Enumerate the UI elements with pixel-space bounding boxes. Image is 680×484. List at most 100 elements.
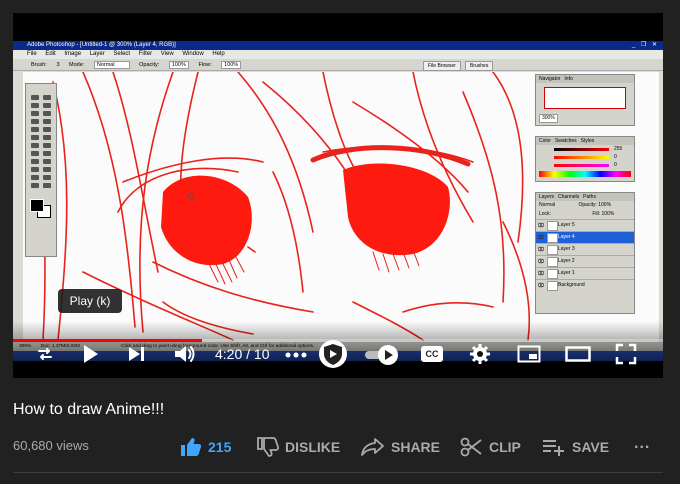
- ps-layer-row: Background: [536, 279, 634, 291]
- ps-opacity-label: Opacity:: [139, 62, 160, 68]
- ps-navigator-panel: Navigator Info 300%: [535, 74, 635, 126]
- ps-layer-thumbnail: [547, 233, 558, 243]
- ps-menu-item: Layer: [89, 51, 105, 57]
- ps-menu-item: Window: [182, 51, 204, 57]
- ps-layer-row: Layer 1: [536, 267, 634, 279]
- share-icon: [361, 438, 384, 456]
- ps-layer-name: Layer 5: [558, 222, 575, 228]
- ps-layer-name: Layer 3: [558, 246, 575, 252]
- progress-played: [13, 339, 202, 342]
- captions-label: CC: [425, 349, 439, 359]
- ps-options-bar: Brush: 3 Mode: Normal Opacity: 100% Flow…: [13, 59, 663, 71]
- video-title: How to draw Anime!!!: [13, 401, 165, 418]
- video-frame-photoshop: Adobe Photoshop - [Untitled-1 @ 300% (La…: [13, 41, 663, 361]
- time-display: 4:20 / 10: [215, 346, 270, 362]
- ps-mode-label: Mode:: [69, 62, 85, 68]
- theater-icon[interactable]: [565, 345, 591, 363]
- ps-navigator-thumbnail: [544, 87, 626, 109]
- eye-icon: [537, 270, 545, 276]
- ps-menu-item: Image: [64, 51, 82, 57]
- dislike-label: DISLIKE: [285, 439, 341, 455]
- ps-menu-item: File: [27, 51, 37, 57]
- like-button[interactable]: 215: [180, 438, 231, 456]
- thumbs-down-icon: [257, 437, 279, 457]
- ps-layers-lock-label: Lock:: [539, 211, 551, 217]
- ps-paths-tab: Paths: [583, 194, 596, 200]
- playlist-add-icon: [543, 440, 564, 456]
- ps-flow-label: Flow:: [198, 62, 212, 68]
- ps-navigator-zoom: 300%: [539, 114, 558, 123]
- ps-layer-thumbnail: [547, 257, 558, 267]
- next-icon[interactable]: [127, 344, 147, 364]
- ps-window-buttons: _ ❐ ✕: [631, 42, 659, 48]
- ps-info-tab: Info: [564, 76, 573, 82]
- ps-opacity-value: 100%: [168, 61, 189, 69]
- volume-icon[interactable]: [173, 343, 197, 365]
- scissors-icon: [460, 437, 482, 457]
- eye-icon: [537, 258, 545, 264]
- settings-icon[interactable]: [469, 343, 491, 365]
- ps-layers-opacity-label: Opacity:: [578, 202, 597, 208]
- ps-flow-value: 100%: [221, 61, 242, 69]
- ps-file-browser-tab: File Browser: [423, 61, 461, 71]
- ps-color-panel: Color Swatches Styles 255 0 0: [535, 136, 635, 182]
- ps-layer-thumbnail: [547, 281, 558, 291]
- ps-mode-value: Normal: [93, 61, 130, 69]
- ps-layer-row: Layer 2: [536, 255, 634, 267]
- ps-layer-name: Background: [558, 282, 585, 288]
- divider: [13, 472, 663, 473]
- clip-button[interactable]: CLIP: [460, 437, 521, 457]
- captions-icon[interactable]: CC: [421, 346, 443, 362]
- ps-layer-thumbnail: [547, 269, 558, 279]
- ps-layers-panel: Layers Channels Paths Normal Opacity: 100%…: [535, 192, 635, 314]
- more-actions-icon[interactable]: ...: [634, 435, 650, 453]
- save-button[interactable]: SAVE: [542, 438, 609, 456]
- ps-menu-bar: File Edit Image Layer Select Filter View…: [13, 50, 663, 59]
- ps-layers-fill-value: 100%: [601, 211, 615, 217]
- ps-layer-row: Layer 4: [536, 231, 634, 243]
- video-player[interactable]: Adobe Photoshop - [Untitled-1 @ 300% (La…: [13, 13, 663, 378]
- ps-menu-item: Help: [212, 51, 225, 57]
- play-icon[interactable]: [79, 343, 101, 365]
- ps-brushes-tab: Brushes: [465, 61, 494, 71]
- fullscreen-icon[interactable]: [615, 343, 637, 365]
- loop-icon[interactable]: [35, 344, 55, 364]
- share-button[interactable]: SHARE: [361, 438, 440, 456]
- ps-styles-tab: Styles: [580, 138, 595, 144]
- ps-layers-blend-mode: Normal: [539, 202, 556, 208]
- ps-menu-item: Edit: [45, 51, 56, 57]
- ps-color-b: 0: [614, 162, 617, 168]
- ps-tool-grid: [29, 94, 53, 190]
- sponsor-shield-icon[interactable]: [318, 339, 348, 369]
- ps-layers-opacity-value: 100%: [598, 202, 612, 208]
- autoplay-toggle-icon[interactable]: [363, 344, 399, 366]
- eye-icon: [537, 246, 545, 252]
- ps-layer-list: Layer 5 Layer 4 Layer 3 Layer 2 Layer 1 Backg…: [536, 219, 634, 291]
- ps-color-tab: Color: [539, 138, 551, 144]
- ps-layers-tab: Layers: [539, 194, 555, 200]
- ps-layer-row: Layer 3: [536, 243, 634, 255]
- ps-window-title: Adobe Photoshop - [Untitled-1 @ 300% (La…: [13, 41, 663, 50]
- ps-swatches-tab: Swatches: [554, 138, 577, 144]
- thumbs-up-icon: [181, 438, 202, 456]
- ps-layer-name: Layer 2: [558, 258, 575, 264]
- ps-layer-name: Layer 1: [558, 270, 575, 276]
- ps-toolbox: [25, 83, 57, 257]
- play-tooltip: Play (k): [58, 289, 122, 313]
- ps-brush-size: 3: [56, 62, 60, 68]
- miniplayer-icon[interactable]: [517, 345, 541, 363]
- save-label: SAVE: [572, 439, 610, 455]
- ps-layer-thumbnail: [547, 245, 558, 255]
- eye-icon: [537, 282, 545, 288]
- more-icon[interactable]: [285, 351, 307, 359]
- ps-layer-thumbnail: [547, 221, 558, 231]
- ps-layer-name: Layer 4: [558, 234, 575, 240]
- dislike-button[interactable]: DISLIKE: [257, 437, 341, 457]
- ps-menu-item: Select: [113, 51, 131, 57]
- ps-color-g: 0: [614, 154, 617, 160]
- ps-color-r: 255: [614, 146, 623, 152]
- ps-channels-tab: Channels: [558, 194, 580, 200]
- ps-brush-label: Brush:: [31, 62, 47, 68]
- clip-label: CLIP: [489, 439, 521, 455]
- eye-icon: [537, 234, 545, 240]
